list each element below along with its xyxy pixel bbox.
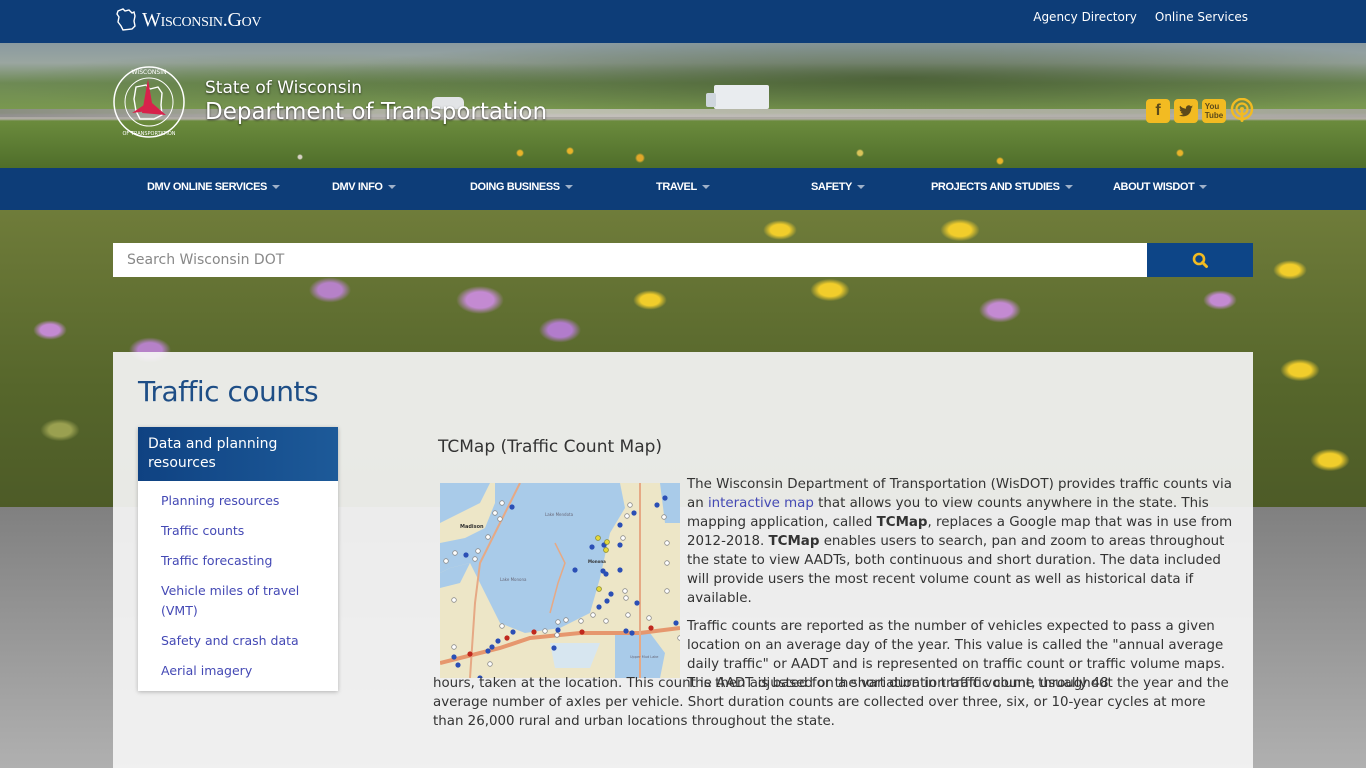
caret-down-icon bbox=[1064, 185, 1073, 190]
nav-doing-business[interactable]: DOING BUSINESS bbox=[470, 181, 573, 193]
nav-safety[interactable]: SAFETY bbox=[811, 181, 865, 193]
sidebar-link[interactable]: Traffic forecasting bbox=[161, 553, 272, 568]
social-links: f You Tube bbox=[1146, 98, 1254, 123]
caret-down-icon bbox=[1199, 185, 1208, 190]
wisconsin-gov-logo[interactable]: Wisconsin.Gov bbox=[115, 6, 262, 34]
sidebar-link[interactable]: Planning resources bbox=[161, 493, 279, 508]
tcmap-bold: TCMap bbox=[768, 534, 820, 549]
svg-text:Monona: Monona bbox=[588, 559, 606, 564]
nav-dmv-online-services[interactable]: DMV ONLINE SERVICES bbox=[147, 181, 280, 193]
sidebar-item-vmt: Vehicle miles of travel (VMT) bbox=[138, 580, 338, 620]
sidebar-link[interactable]: Safety and crash data bbox=[161, 633, 299, 648]
caret-down-icon bbox=[387, 185, 396, 190]
top-bar: Wisconsin.Gov Agency Directory Online Se… bbox=[0, 0, 1366, 43]
wisdot-seal-icon: WISCONSIN OF TRANSPORTATION bbox=[113, 66, 185, 138]
banner-truck bbox=[706, 85, 769, 109]
sidebar-nav: Data and planning resources Planning res… bbox=[138, 427, 338, 691]
intro-paragraph: The Wisconsin Department of Transportati… bbox=[687, 475, 1235, 608]
svg-text:WISCONSIN: WISCONSIN bbox=[132, 69, 167, 76]
traffic-count-map-image: Madison Lake Mendota Lake Monona Monona … bbox=[440, 483, 680, 678]
sidebar-item-traffic-counts: Traffic counts bbox=[138, 520, 338, 540]
sidebar-header[interactable]: Data and planning resources bbox=[138, 427, 338, 481]
svg-text:Lake Monona: Lake Monona bbox=[500, 577, 527, 582]
nav-label: DMV ONLINE SERVICES bbox=[147, 181, 267, 193]
svg-text:Upper Mud Lake: Upper Mud Lake bbox=[630, 655, 658, 659]
youtube-icon[interactable]: You Tube bbox=[1202, 99, 1226, 123]
search-input[interactable] bbox=[113, 243, 1147, 277]
caret-down-icon bbox=[564, 185, 573, 190]
state-name: State of Wisconsin bbox=[205, 78, 363, 98]
nav-projects-and-studies[interactable]: PROJECTS AND STUDIES bbox=[931, 181, 1073, 193]
sidebar-item-safety-crash-data: Safety and crash data bbox=[138, 630, 338, 650]
wisdot-logo[interactable]: WISCONSIN OF TRANSPORTATION bbox=[112, 65, 186, 139]
caret-down-icon bbox=[857, 185, 865, 190]
nav-label: SAFETY bbox=[811, 181, 852, 193]
main-navigation: DMV ONLINE SERVICES DMV INFO DOING BUSIN… bbox=[0, 168, 1366, 210]
twitter-icon[interactable] bbox=[1174, 99, 1198, 123]
page-title: Traffic counts bbox=[138, 375, 319, 408]
nav-label: PROJECTS AND STUDIES bbox=[931, 181, 1060, 193]
interactive-map-link[interactable]: interactive map bbox=[708, 496, 814, 511]
sidebar-item-aerial-imagery: Aerial imagery bbox=[138, 660, 338, 680]
caret-down-icon bbox=[701, 185, 710, 190]
sidebar-item-traffic-forecasting: Traffic forecasting bbox=[138, 550, 338, 570]
top-links: Agency Directory Online Services bbox=[1033, 10, 1248, 24]
nav-label: DOING BUSINESS bbox=[470, 181, 560, 193]
wisconsin-state-outline-icon bbox=[116, 8, 136, 31]
podcast-icon[interactable] bbox=[1230, 98, 1254, 123]
nav-label: DMV INFO bbox=[332, 181, 383, 193]
department-name: Department of Transportation bbox=[205, 99, 548, 125]
tcmap-thumbnail[interactable]: Madison Lake Mendota Lake Monona Monona … bbox=[440, 483, 680, 678]
sidebar-link[interactable]: Aerial imagery bbox=[161, 663, 252, 678]
svg-text:OF TRANSPORTATION: OF TRANSPORTATION bbox=[122, 131, 175, 137]
facebook-icon[interactable]: f bbox=[1146, 99, 1170, 123]
sidebar-item-planning-resources: Planning resources bbox=[138, 490, 338, 510]
search-icon bbox=[1192, 252, 1208, 268]
svg-text:Lake Mendota: Lake Mendota bbox=[545, 512, 574, 517]
nav-travel[interactable]: TRAVEL bbox=[656, 181, 710, 193]
department-title: State of Wisconsin Department of Transpo… bbox=[205, 78, 547, 126]
search-button[interactable] bbox=[1147, 243, 1253, 277]
sidebar-link[interactable]: Vehicle miles of travel (VMT) bbox=[161, 583, 299, 618]
caret-down-icon bbox=[271, 185, 280, 190]
agency-directory-link[interactable]: Agency Directory bbox=[1033, 10, 1137, 24]
nav-label: TRAVEL bbox=[656, 181, 697, 193]
aadt-paragraph-continued: hours, taken at the location. This count… bbox=[433, 676, 1229, 729]
nav-label: ABOUT WISDOT bbox=[1113, 181, 1195, 193]
sidebar-list: Planning resources Traffic counts Traffi… bbox=[138, 481, 338, 680]
main-content-panel: Traffic counts Data and planning resourc… bbox=[113, 352, 1253, 768]
sidebar-link[interactable]: Traffic counts bbox=[161, 523, 244, 538]
banner-flowers bbox=[0, 123, 1366, 168]
wisconsin-gov-wordmark: Wisconsin.Gov bbox=[142, 8, 262, 31]
tcmap-bold: TCMap bbox=[876, 515, 928, 530]
section-heading: TCMap (Traffic Count Map) bbox=[438, 437, 663, 457]
article: TCMap (Traffic Count Map) Madison Lake M… bbox=[433, 437, 1233, 729]
svg-text:Madison: Madison bbox=[460, 524, 484, 530]
online-services-link[interactable]: Online Services bbox=[1155, 10, 1248, 24]
nav-about-wisdot[interactable]: ABOUT WISDOT bbox=[1113, 181, 1208, 193]
nav-dmv-info[interactable]: DMV INFO bbox=[332, 181, 396, 193]
